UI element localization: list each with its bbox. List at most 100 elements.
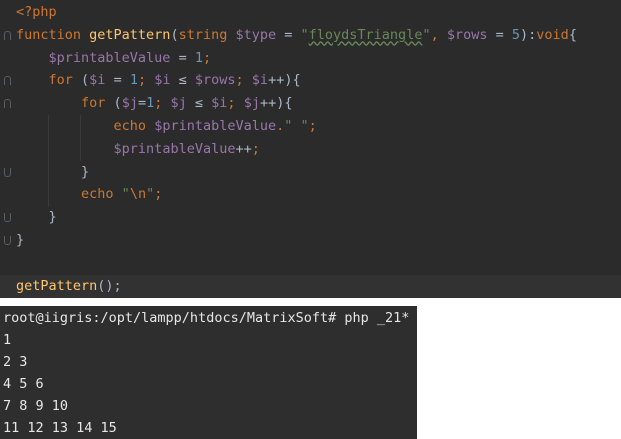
fold-marker-icon[interactable]: [4, 213, 11, 223]
code-token: ,: [430, 26, 447, 43]
code-token: \n: [129, 186, 147, 203]
code-token: ;: [154, 186, 163, 203]
code-token: echo: [81, 186, 122, 203]
code-token: }: [16, 232, 25, 248]
code-line[interactable]: for ($j=1; $j ≤ $i; $j++){: [0, 92, 621, 115]
code-token: =: [137, 95, 147, 112]
code-text: echo $printableValue." ";: [16, 115, 317, 138]
fold-marker-icon[interactable]: [4, 30, 11, 40]
fold-marker-icon[interactable]: [4, 76, 11, 86]
code-token: ;: [251, 140, 260, 157]
code-token: $printableValue: [154, 118, 277, 134]
code-token: ++: [259, 95, 277, 112]
code-text: for ($j=1; $j ≤ $i; $j++){: [16, 92, 292, 115]
code-token: 1: [194, 49, 203, 66]
fold-marker-icon[interactable]: [4, 99, 11, 109]
code-line[interactable]: function getPattern(string $type = "floy…: [0, 24, 621, 47]
code-line[interactable]: getPattern();: [0, 274, 621, 298]
code-text: echo "\n";: [16, 183, 162, 206]
code-token: ):: [520, 26, 537, 43]
code-text: for ($i = 1; $i ≤ $rows; $i++){: [16, 69, 301, 92]
code-line[interactable]: }: [0, 161, 621, 184]
code-line[interactable]: }: [0, 229, 621, 252]
code-token: (: [170, 26, 179, 43]
code-text: $printableValue++;: [16, 138, 260, 161]
code-token: for: [48, 72, 73, 89]
code-token: $i: [154, 72, 171, 89]
code-token: getPattern: [16, 277, 98, 294]
code-token: ": [300, 26, 309, 43]
terminal-prompt-text: root@iigris:/opt/lampp/htdocs/MatrixSoft…: [3, 310, 410, 326]
code-token: ≤: [170, 72, 195, 89]
code-token: ;: [154, 95, 171, 112]
code-token: =: [487, 26, 512, 43]
code-token: 1: [146, 95, 155, 112]
code-token: echo: [113, 118, 155, 134]
code-line[interactable]: echo "\n";: [0, 183, 621, 206]
code-token: ;: [235, 72, 252, 89]
code-text: $printableValue = 1;: [16, 47, 212, 70]
code-token: for: [81, 95, 106, 112]
code-token: $printableValue: [48, 49, 171, 66]
code-token: getPattern: [89, 26, 171, 43]
terminal-output-line: 7 8 9 10: [3, 398, 69, 414]
code-token: function: [16, 26, 90, 43]
code-token: ();: [97, 277, 122, 294]
code-line[interactable]: }: [0, 206, 621, 229]
code-token: =: [276, 26, 301, 43]
code-token: ;: [202, 49, 212, 66]
code-token: $i: [251, 72, 269, 89]
code-token: $j: [170, 95, 187, 112]
code-token: =: [105, 72, 130, 89]
code-line[interactable]: echo $printableValue." ";: [0, 115, 621, 138]
code-token: $j: [121, 95, 138, 112]
code-token: ++: [268, 72, 285, 89]
code-text: getPattern();: [16, 275, 122, 298]
code-token: ≤: [186, 95, 212, 112]
fold-marker-icon[interactable]: [4, 167, 11, 177]
code-text: }: [16, 229, 24, 252]
code-text: }: [16, 161, 89, 184]
code-token: }: [48, 209, 57, 226]
code-line[interactable]: for ($i = 1; $i ≤ $rows; $i++){: [0, 69, 621, 92]
code-token: $i: [89, 72, 106, 89]
code-token: {: [568, 26, 577, 43]
code-token: ){: [276, 95, 293, 112]
code-token: (: [105, 95, 122, 112]
code-line[interactable]: $printableValue = 1;: [0, 47, 621, 70]
code-token: ;: [137, 72, 155, 89]
code-token: string: [178, 26, 236, 43]
terminal-output-line: 1: [3, 332, 12, 348]
code-text: }: [16, 206, 57, 229]
code-token: $printableValue: [113, 140, 236, 157]
code-editor[interactable]: <?php function getPattern(string $type = …: [0, 0, 621, 298]
code-token: floydsTriangle: [308, 26, 423, 43]
code-line[interactable]: $printableValue++;: [0, 138, 621, 161]
code-token: ": [121, 186, 130, 203]
separator: [0, 298, 621, 306]
fold-marker-icon[interactable]: [4, 236, 11, 245]
code-token: (: [72, 72, 90, 89]
code-token: =: [170, 49, 195, 66]
code-token: <?php: [16, 4, 57, 20]
code-token: ": [422, 26, 431, 43]
terminal-prompt: root@iigris:/opt/lampp/htdocs/MatrixSoft…: [3, 307, 417, 329]
code-token: " ": [284, 118, 309, 134]
code-text: function getPattern(string $type = "floy…: [16, 24, 577, 47]
code-token: ": [146, 186, 155, 203]
code-token: $rows: [194, 72, 236, 89]
code-token: ;: [227, 95, 244, 112]
terminal-output-line: 4 5 6: [3, 376, 44, 392]
code-line[interactable]: [0, 252, 621, 275]
terminal-window[interactable]: root@iigris:/opt/lampp/htdocs/MatrixSoft…: [0, 306, 417, 439]
code-token: $type: [235, 26, 277, 43]
code-token: void: [536, 26, 569, 43]
code-line[interactable]: <?php: [0, 1, 621, 24]
code-token: }: [81, 163, 90, 180]
